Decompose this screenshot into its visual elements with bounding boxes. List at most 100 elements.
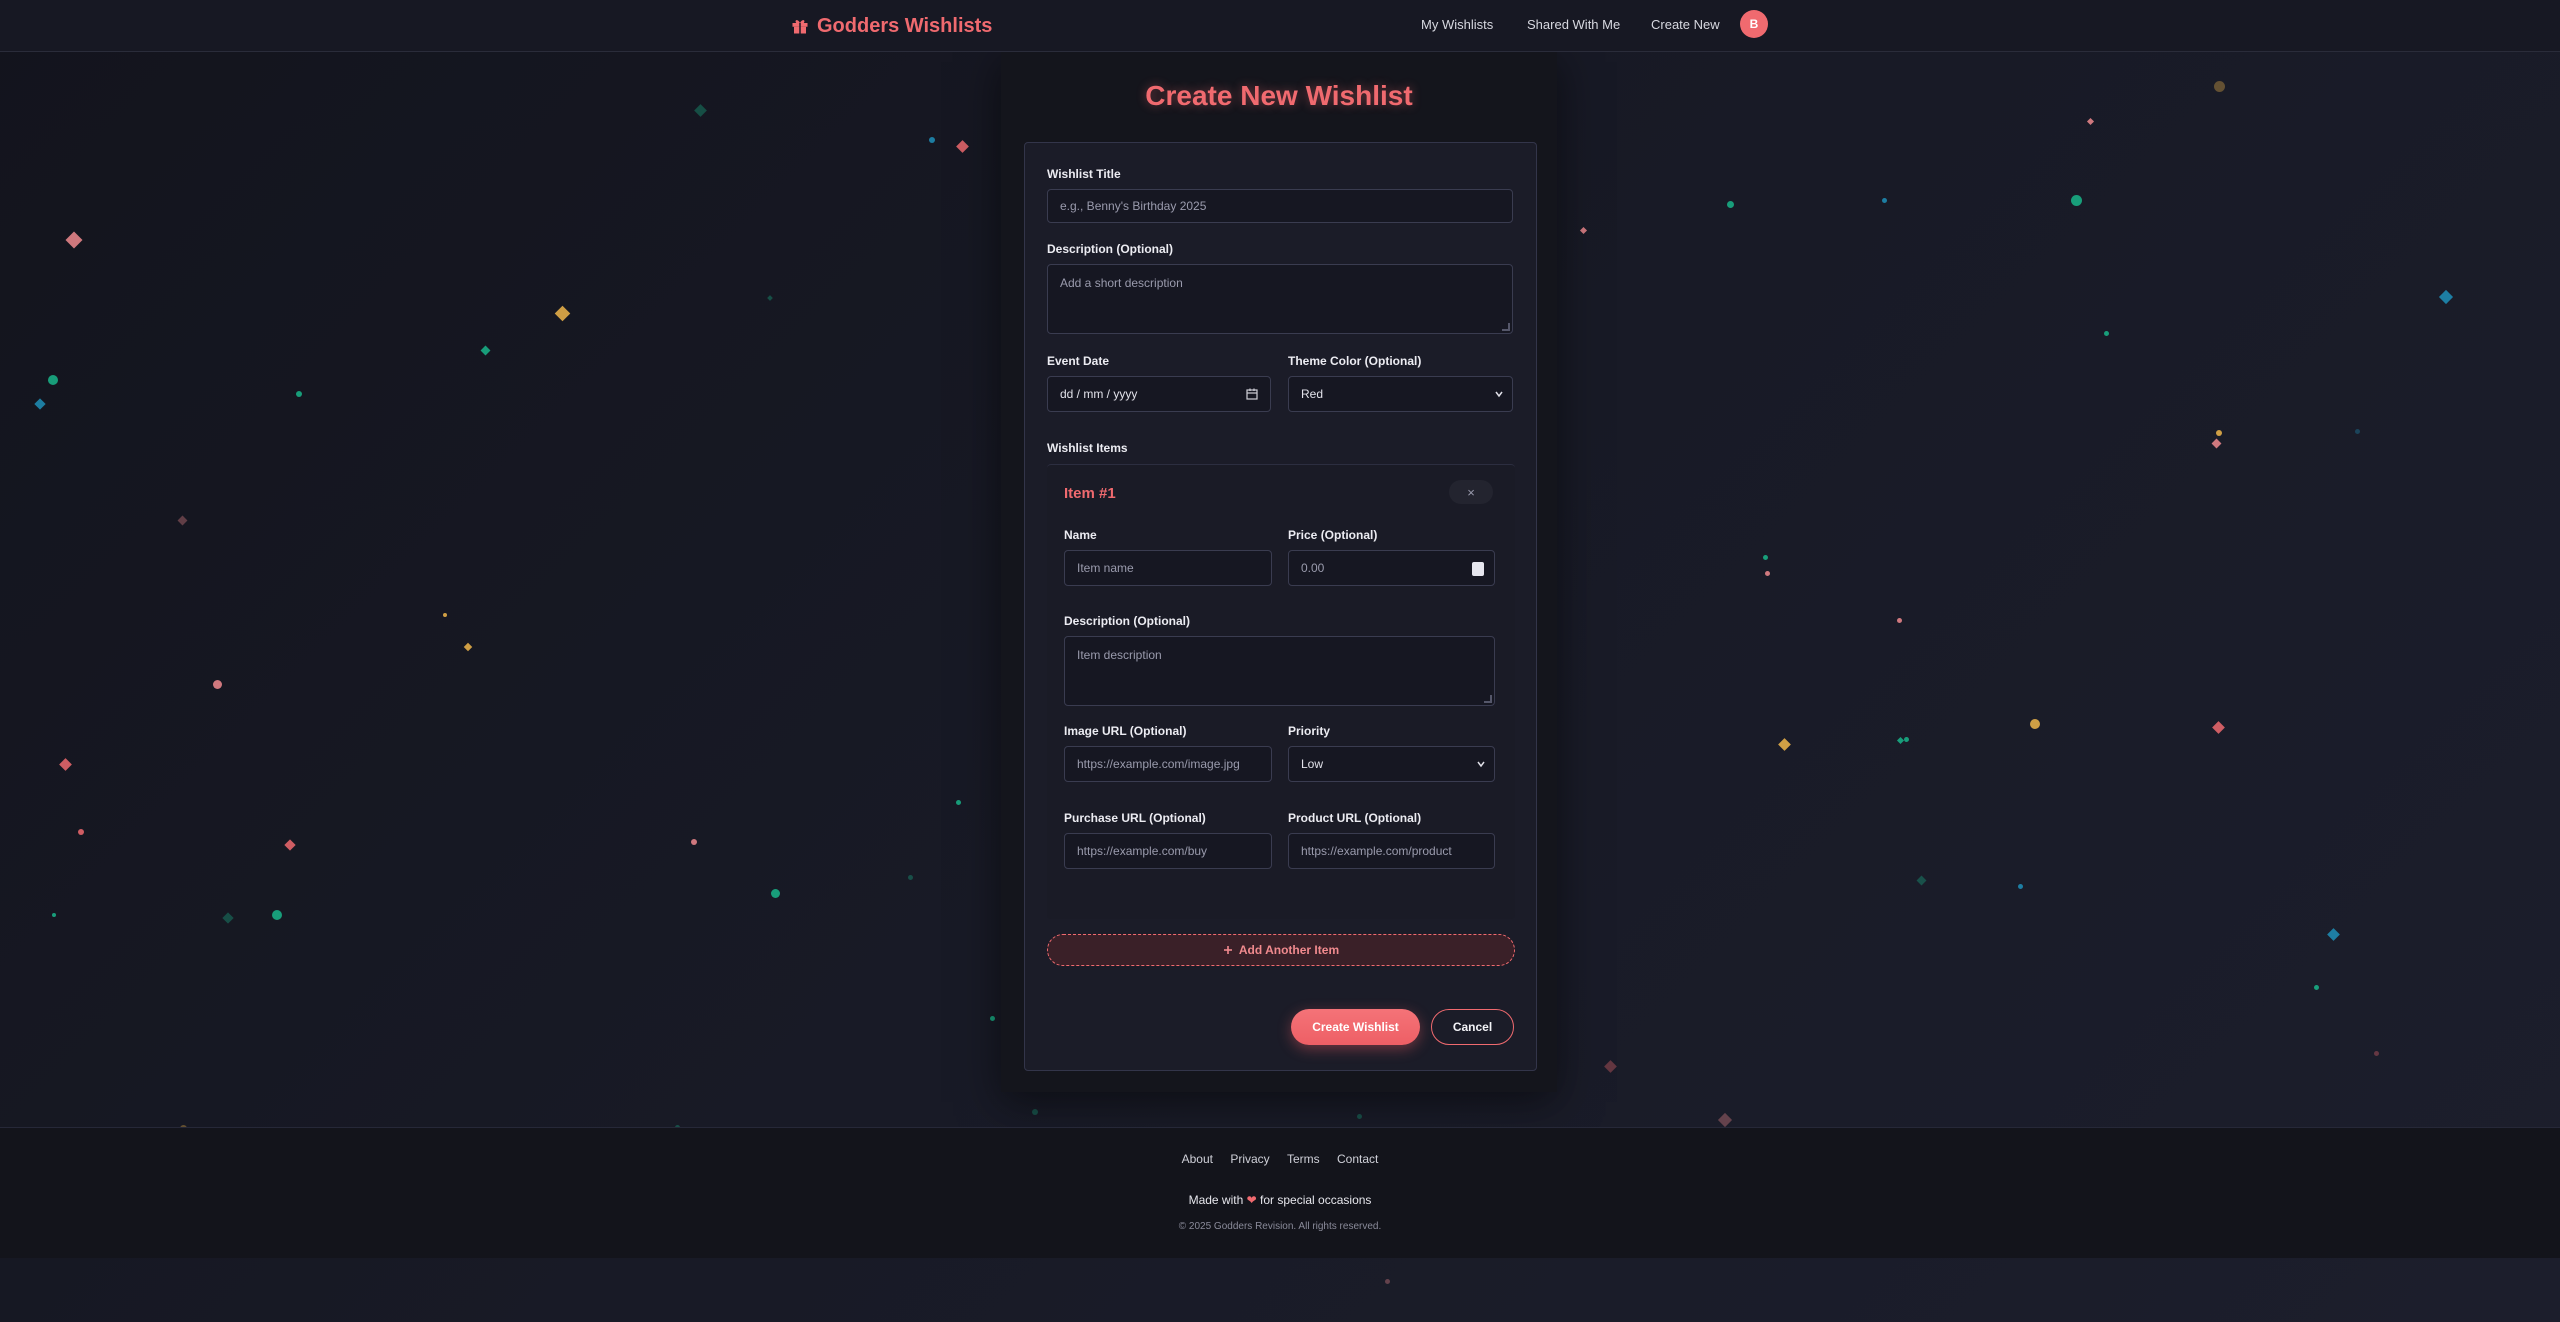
confetti-piece [691, 839, 697, 845]
footer-link-about[interactable]: About [1182, 1152, 1213, 1166]
item-purchase-input[interactable]: https://example.com/buy [1064, 833, 1272, 869]
item-image-placeholder: https://example.com/image.jpg [1077, 757, 1240, 771]
cancel-button[interactable]: Cancel [1431, 1009, 1514, 1045]
confetti-piece [554, 305, 570, 321]
confetti-piece [272, 910, 282, 920]
items-area: Item #1 × Name Item name Price (Optional… [1047, 143, 1515, 1072]
confetti-piece [770, 888, 780, 898]
confetti-piece [78, 829, 84, 835]
gift-icon [792, 20, 808, 34]
nav-my-wishlists[interactable]: My Wishlists [1421, 17, 1493, 32]
confetti-piece [2086, 117, 2094, 125]
confetti-piece [2373, 1050, 2379, 1056]
item-priority-value: Low [1301, 757, 1324, 771]
item-product-placeholder: https://example.com/product [1301, 844, 1452, 858]
confetti-piece [58, 757, 72, 771]
item-name-placeholder: Item name [1077, 561, 1134, 575]
footer-link-terms[interactable]: Terms [1287, 1152, 1320, 1166]
confetti-piece [2438, 289, 2454, 305]
item-description-textarea[interactable]: Item description [1064, 636, 1495, 706]
copyright: © 2025 Godders Revision. All rights rese… [1178, 1221, 1382, 1232]
confetti-piece [2354, 428, 2360, 434]
confetti-piece [284, 839, 296, 851]
heart-icon: ❤ [1246, 1193, 1257, 1207]
confetti-piece [955, 799, 961, 805]
item-product-label: Product URL (Optional) [1288, 811, 1422, 825]
confetti-piece [463, 642, 473, 652]
footer-links: About Privacy Terms Contact [0, 1152, 2560, 1166]
chevron-down-icon [1477, 761, 1485, 768]
confetti-piece [1881, 197, 1887, 203]
top-navbar: Godders Wishlists My Wishlists Shared Wi… [0, 0, 2560, 52]
confetti-piece [2070, 194, 2082, 206]
tagline-suffix: for special occasions [1260, 1193, 1372, 1207]
add-item-label: Add Another Item [1238, 943, 1340, 957]
confetti-piece [1726, 200, 1734, 208]
confetti-piece [2216, 430, 2222, 436]
brand-logo[interactable]: Godders Wishlists [791, 12, 992, 40]
close-icon: × [1467, 484, 1475, 500]
confetti-piece [52, 913, 56, 917]
confetti-piece [1384, 1278, 1390, 1284]
confetti-piece [480, 345, 490, 355]
item-price-label: Price (Optional) [1288, 528, 1378, 542]
main-panel: Create New Wishlist Wishlist Title e.g.,… [1001, 52, 1557, 1092]
confetti-piece [1764, 570, 1770, 576]
confetti-piece [989, 1015, 995, 1021]
nav-create-new[interactable]: Create New [1651, 17, 1720, 32]
confetti-piece [693, 103, 707, 117]
item-purchase-placeholder: https://example.com/buy [1077, 844, 1208, 858]
confetti-piece [2213, 80, 2225, 92]
plus-icon [1223, 946, 1232, 954]
confetti-piece [177, 515, 187, 525]
confetti-piece [443, 613, 447, 617]
confetti-piece [296, 391, 302, 397]
confetti-piece [65, 231, 83, 249]
remove-item-button[interactable]: × [1449, 480, 1493, 504]
confetti-piece [222, 912, 234, 924]
confetti-piece [34, 398, 46, 410]
footer: About Privacy Terms Contact Made with ❤ … [0, 1127, 2560, 1258]
add-item-button[interactable]: Add Another Item [1047, 934, 1515, 966]
item-product-input[interactable]: https://example.com/product [1288, 833, 1495, 869]
footer-link-privacy[interactable]: Privacy [1230, 1152, 1269, 1166]
item-image-input[interactable]: https://example.com/image.jpg [1064, 746, 1272, 782]
confetti-piece [1903, 736, 1909, 742]
item-description-placeholder: Item description [1077, 648, 1162, 662]
confetti-piece [1717, 1112, 1733, 1128]
confetti-piece [907, 874, 913, 880]
confetti-piece [1777, 737, 1791, 751]
tagline-prefix: Made with [1188, 1193, 1244, 1207]
item-name-input[interactable]: Item name [1064, 550, 1272, 586]
confetti-piece [1032, 1109, 1038, 1115]
confetti-piece [955, 139, 969, 153]
confetti-piece [2326, 927, 2340, 941]
footer-tagline: Made with ❤ for special occasions [0, 1193, 2560, 1207]
confetti-piece [1916, 875, 1926, 885]
price-spinner[interactable] [1472, 562, 1484, 576]
avatar[interactable]: B [1740, 10, 1768, 38]
item-description-label: Description (Optional) [1064, 614, 1190, 628]
nav-shared-with-me[interactable]: Shared With Me [1527, 17, 1620, 32]
confetti-piece [2103, 330, 2109, 336]
confetti-piece [1356, 1113, 1362, 1119]
resize-handle[interactable] [1484, 695, 1492, 703]
confetti-piece [2017, 883, 2023, 889]
footer-link-contact[interactable]: Contact [1337, 1152, 1378, 1166]
wishlist-form: Wishlist Title e.g., Benny's Birthday 20… [1024, 142, 1537, 1071]
item-price-value: 0.00 [1301, 561, 1325, 575]
item-card: Item #1 × Name Item name Price (Optional… [1047, 464, 1515, 919]
confetti-piece [1579, 226, 1587, 234]
item-price-input[interactable]: 0.00 [1288, 550, 1495, 586]
item-title: Item #1 [1064, 485, 1116, 502]
confetti-piece [48, 375, 58, 385]
confetti-piece [212, 679, 222, 689]
confetti-piece [2313, 984, 2319, 990]
confetti-piece [929, 137, 935, 143]
confetti-piece [2211, 438, 2221, 448]
item-purchase-label: Purchase URL (Optional) [1064, 811, 1206, 825]
item-priority-select[interactable]: Low [1288, 746, 1495, 782]
item-name-label: Name [1064, 528, 1097, 542]
confetti-piece [1762, 554, 1768, 560]
create-wishlist-button[interactable]: Create Wishlist [1291, 1009, 1420, 1045]
